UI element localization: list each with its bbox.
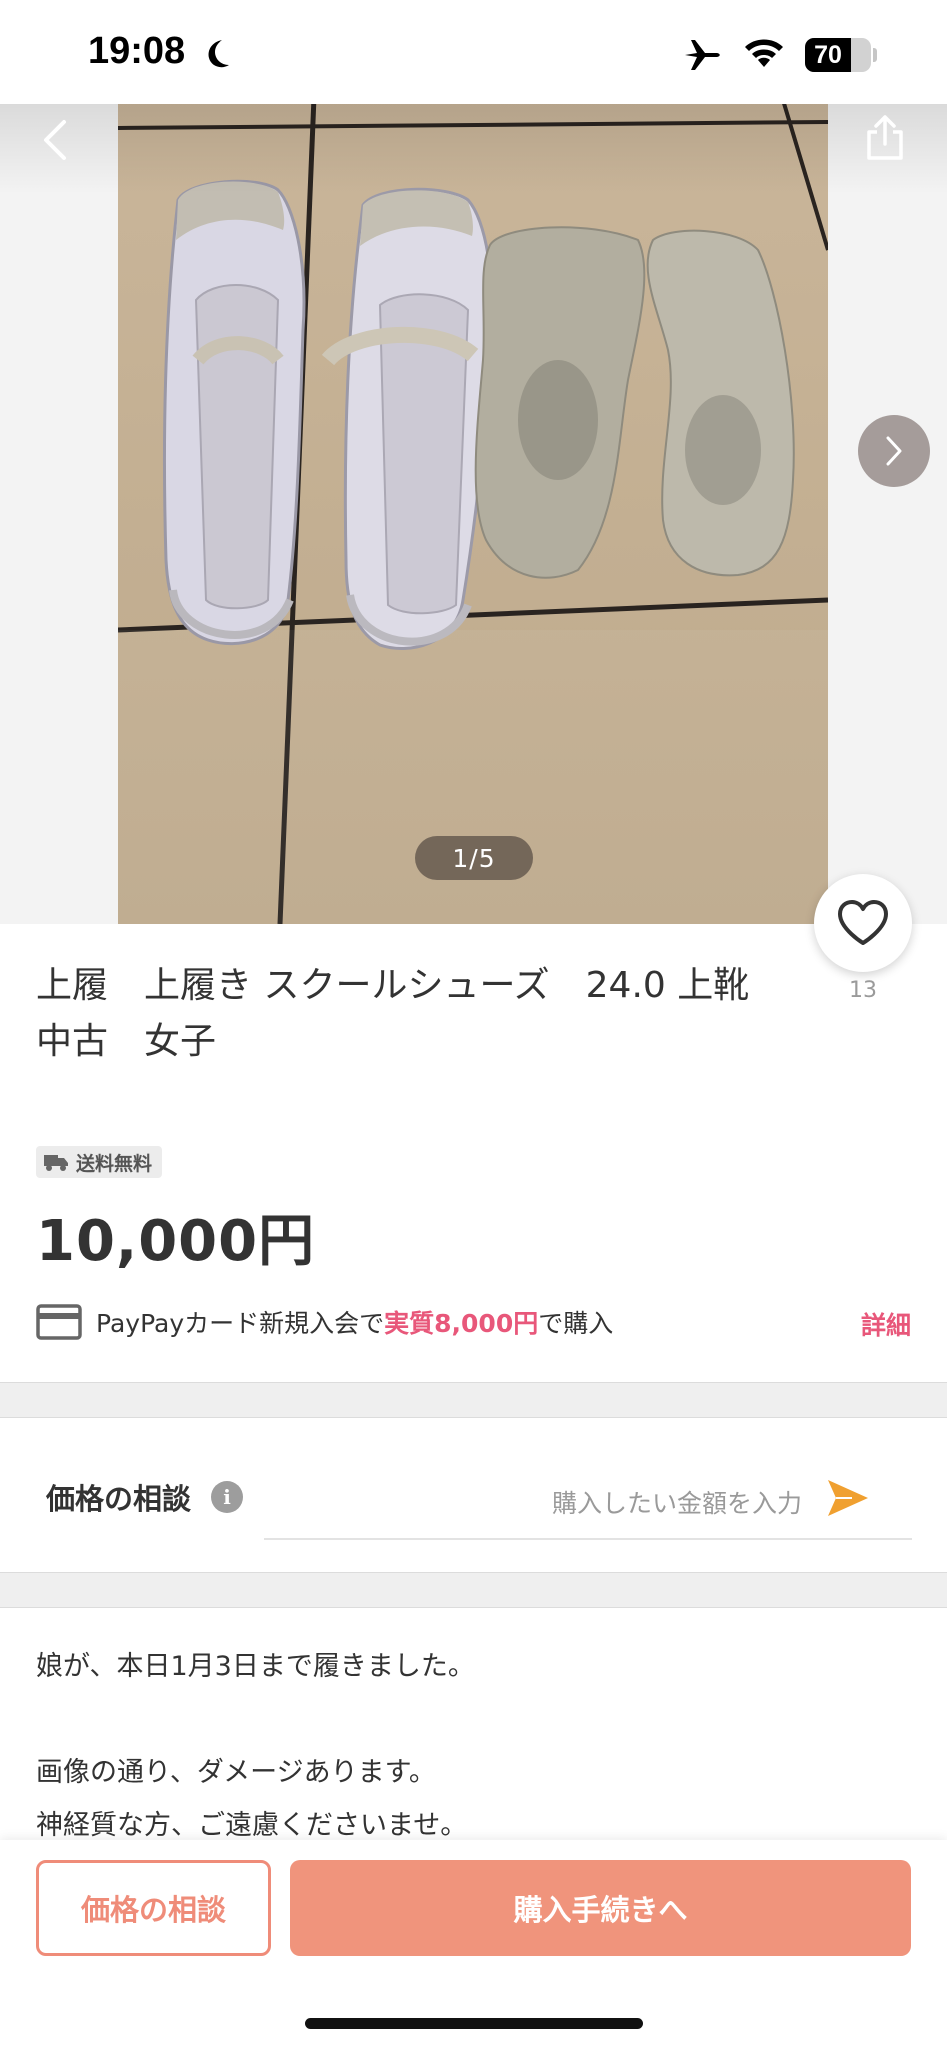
buy-button[interactable]: 購入手続きへ — [290, 1860, 911, 1956]
battery-level: 70 — [814, 40, 842, 69]
home-indicator[interactable] — [305, 2018, 643, 2029]
offer-price-input[interactable] — [264, 1468, 912, 1540]
product-photo-image — [118, 0, 828, 924]
next-photo-button[interactable] — [858, 415, 930, 487]
negotiate-button[interactable]: 価格の相談 — [36, 1860, 271, 1956]
paypay-text-after: で購入 — [538, 1309, 614, 1338]
section-divider — [0, 1382, 947, 1418]
negotiation-label: 価格の相談 — [46, 1482, 192, 1516]
chevron-right-icon — [886, 436, 902, 466]
status-bar: 19:08 70 — [0, 0, 947, 104]
battery-icon: 70 — [805, 38, 871, 72]
shipping-badge: 送料無料 — [36, 1146, 163, 1178]
shipping-badge-label: 送料無料 — [76, 1152, 153, 1175]
paypay-promo-text: PayPayカード新規入会で実質8,000円で購入 — [96, 1304, 613, 1340]
paypay-promo[interactable]: PayPayカード新規入会で実質8,000円で購入 詳細 — [36, 1300, 911, 1344]
share-icon — [867, 115, 903, 160]
photo-counter: 1/5 — [415, 836, 533, 880]
heart-icon — [838, 900, 888, 945]
back-button[interactable] — [30, 110, 80, 170]
share-button[interactable] — [858, 108, 912, 168]
status-time: 19:08 — [88, 30, 186, 72]
wifi-icon — [745, 39, 783, 67]
detail-link[interactable]: 詳細 — [861, 1306, 911, 1342]
moon-icon — [208, 40, 229, 68]
price: 10,000円 — [36, 1209, 316, 1274]
product-photo[interactable] — [118, 0, 828, 924]
info-icon[interactable]: i — [211, 1481, 243, 1513]
bottom-action-bar: 価格の相談 購入手続きへ — [0, 1840, 947, 2048]
chevron-left-icon — [44, 120, 66, 160]
item-description: 娘が、本日1月3日まで履きました。 画像の通り、ダメージあります。 神経質な方、… — [36, 1651, 475, 1841]
item-title: 上履 上履き スクールシューズ 24.0 上靴 中古 女子 — [36, 965, 750, 1062]
credit-card-icon — [36, 1304, 82, 1340]
like-count: 13 — [849, 978, 877, 1003]
like-button[interactable] — [814, 874, 912, 972]
paypay-text-before: PayPayカード新規入会で — [96, 1309, 385, 1338]
photo-carousel[interactable]: 1/5 — [0, 0, 947, 924]
send-icon[interactable] — [826, 1478, 870, 1518]
battery-cap — [873, 48, 877, 62]
paypay-highlight: 実質8,000円 — [384, 1309, 539, 1338]
truck-icon — [44, 1155, 68, 1171]
section-divider — [0, 1572, 947, 1608]
airplane-icon — [685, 40, 720, 70]
